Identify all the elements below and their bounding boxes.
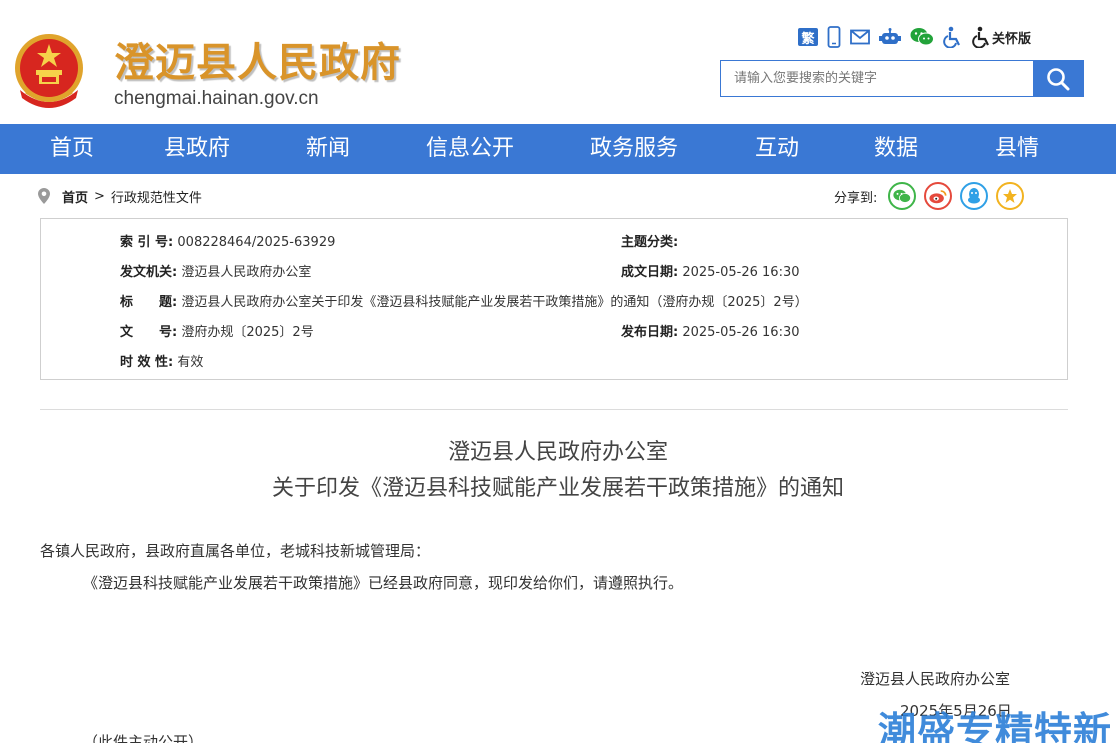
search-button[interactable]: [1033, 61, 1083, 96]
traditional-chinese-button[interactable]: 繁: [798, 24, 818, 50]
document-signature-org: 澄迈县人民政府办公室: [860, 670, 1011, 688]
meta-validity-value: 有效: [177, 355, 204, 370]
star-icon: [1003, 189, 1018, 203]
content-divider: [40, 409, 1068, 410]
meta-created-label: 成文日期:: [621, 265, 679, 280]
breadcrumb-separator: >: [94, 188, 105, 204]
document-salutation: 各镇人民政府，县政府直属各单位，老城科技新城管理局：: [40, 542, 431, 560]
meta-document-number: 文 号: 澄府办规〔2025〕2号: [120, 321, 314, 340]
care-mode-button[interactable]: 关怀版: [972, 24, 1031, 50]
share-weibo-button[interactable]: [924, 182, 953, 210]
meta-issuer-label: 发文机关:: [120, 265, 178, 280]
mobile-phone-icon: [827, 26, 841, 48]
care-mode-icon: [972, 26, 989, 48]
meta-validity-label: 时 效 性:: [120, 355, 174, 370]
wechat-button[interactable]: [910, 24, 934, 50]
meta-docno-value: 澄府办规〔2025〕2号: [181, 325, 314, 340]
mail-icon: [850, 29, 870, 45]
share-qzone-button[interactable]: [996, 182, 1025, 210]
document-title-line-1: 澄迈县人民政府办公室: [447, 440, 668, 465]
meta-index-value: 008228464/2025-63929: [177, 235, 336, 250]
site-title[interactable]: 澄迈县人民政府: [114, 30, 401, 88]
meta-index-number: 索 引 号: 008228464/2025-63929: [120, 231, 335, 250]
search-input[interactable]: [721, 61, 1033, 96]
care-mode-label: 关怀版: [992, 31, 1032, 47]
meta-topic-label: 主题分类:: [621, 235, 679, 250]
nav-item-county-profile[interactable]: 县情: [995, 124, 1039, 174]
document-title-line-2: 关于印发《澄迈县科技赋能产业发展若干政策措施》的通知: [271, 476, 844, 501]
document-disclosure-note: （此件主动公开）: [83, 733, 204, 743]
meta-published-label: 发布日期:: [621, 325, 679, 340]
meta-title: 标 题: 澄迈县人民政府办公室关于印发《澄迈县科技赋能产业发展若干政策措施》的通…: [120, 291, 808, 310]
national-emblem-logo[interactable]: [12, 32, 86, 114]
meta-title-value: 澄迈县人民政府办公室关于印发《澄迈县科技赋能产业发展若干政策措施》的通知（澄府办…: [181, 295, 808, 310]
breadcrumb-home-link[interactable]: 首页: [62, 187, 88, 206]
mobile-button[interactable]: [827, 24, 841, 50]
meta-issuer: 发文机关: 澄迈县人民政府办公室: [120, 261, 311, 280]
site-header: 澄迈县人民政府 chengmai.hainan.gov.cn 繁 关怀版: [0, 0, 1116, 124]
search-icon: [1047, 67, 1070, 90]
meta-validity: 时 效 性: 有效: [120, 351, 203, 370]
traditional-chinese-icon: 繁: [798, 28, 818, 47]
meta-published-value: 2025-05-26 16:30: [682, 325, 800, 340]
meta-created-value: 2025-05-26 16:30: [682, 265, 800, 280]
meta-docno-label: 文 号:: [120, 325, 178, 340]
nav-item-data[interactable]: 数据: [874, 124, 918, 174]
wheelchair-icon: [943, 26, 960, 48]
wechat-icon: [893, 189, 912, 203]
meta-title-label: 标 题:: [120, 295, 178, 310]
email-button[interactable]: [850, 24, 870, 50]
meta-created-date: 成文日期: 2025-05-26 16:30: [621, 261, 800, 280]
main-nav: 首页 县政府 新闻 信息公开 政务服务 互动 数据 县情: [0, 124, 1116, 174]
weibo-icon: [929, 189, 947, 203]
wechat-icon: [910, 28, 934, 46]
meta-issuer-value: 澄迈县人民政府办公室: [181, 265, 312, 280]
meta-topic: 主题分类:: [621, 231, 678, 250]
share-bar: 分享到:: [834, 182, 1032, 210]
meta-index-label: 索 引 号:: [120, 235, 174, 250]
nav-item-home[interactable]: 首页: [50, 124, 94, 174]
meta-published-date: 发布日期: 2025-05-26 16:30: [621, 321, 800, 340]
breadcrumb-current-link[interactable]: 行政规范性文件: [111, 187, 202, 206]
breadcrumb: 首页 > 行政规范性文件: [38, 186, 202, 206]
nav-item-county-government[interactable]: 县政府: [164, 124, 230, 174]
document-body-paragraph: 《澄迈县科技赋能产业发展若干政策措施》已经县政府同意，现印发给你们，请遵照执行。: [83, 574, 684, 592]
site-search: [720, 60, 1084, 97]
accessibility-button[interactable]: [943, 24, 963, 50]
share-qq-button[interactable]: [960, 182, 989, 210]
share-label: 分享到:: [834, 190, 878, 206]
share-wechat-button[interactable]: [888, 182, 917, 210]
utility-toolbar: 繁 关怀版: [798, 24, 1040, 50]
location-pin-icon: [38, 188, 50, 204]
document-metadata-box: 索 引 号: 008228464/2025-63929 主题分类: 发文机关: …: [40, 218, 1068, 380]
nav-item-news[interactable]: 新闻: [306, 124, 350, 174]
qq-penguin-icon: [968, 188, 981, 204]
nav-item-interaction[interactable]: 互动: [755, 124, 799, 174]
robot-assistant-button[interactable]: [879, 24, 901, 50]
nav-item-info-disclosure[interactable]: 信息公开: [426, 124, 514, 174]
nav-item-gov-services[interactable]: 政务服务: [590, 124, 678, 174]
watermark-text: 潮盛专精特新: [878, 709, 1113, 743]
robot-icon: [879, 28, 901, 44]
site-url: chengmai.hainan.gov.cn: [114, 88, 319, 109]
